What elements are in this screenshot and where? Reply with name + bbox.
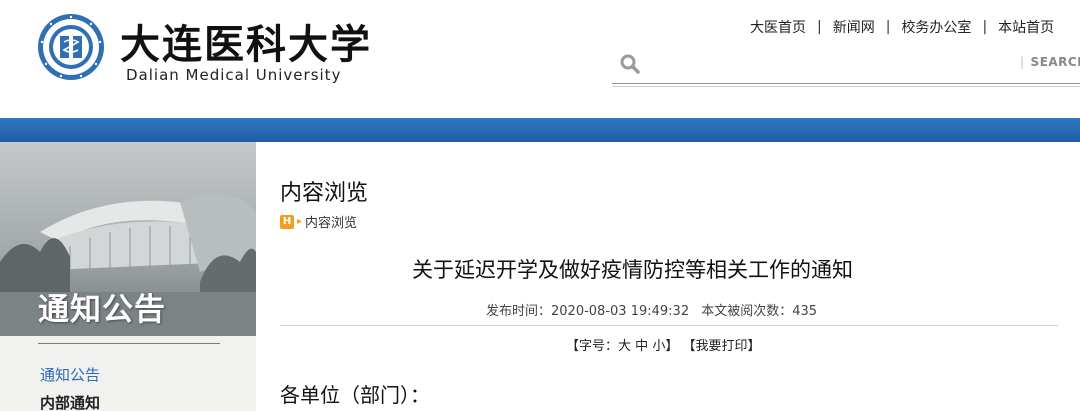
sidebar-item-internal-notices[interactable]: 内部通知 (40, 392, 100, 411)
search-button[interactable]: | SEARCH (1020, 55, 1080, 69)
breadcrumb-current[interactable]: 内容浏览 (305, 212, 357, 231)
view-count: 435 (792, 304, 818, 319)
sidebar-item-notices[interactable]: 通知公告 (40, 364, 100, 385)
university-emblem-icon[interactable] (36, 12, 106, 82)
nav-link-president-office[interactable]: 校务办公室 (901, 17, 971, 37)
nav-separator: | (982, 19, 988, 35)
article-body-opening: 各单位（部门）： (280, 383, 430, 407)
print-button[interactable]: 【我要打印】 (683, 339, 761, 354)
site-header: 大连医科大学 Dalian Medical University 大医首页 | … (0, 0, 1080, 118)
search-icon[interactable] (620, 54, 640, 74)
nav-separator: | (817, 19, 822, 35)
publish-time-label: 发布时间： (486, 304, 552, 319)
article-tools: 【字号：大 中 小】 【我要打印】 (566, 335, 761, 354)
search-divider: | (1020, 55, 1025, 69)
chevron-right-icon: ▸ (297, 216, 303, 227)
sidebar-divider (38, 343, 220, 344)
font-size-label: 【字号： (566, 339, 619, 354)
breadcrumb: H ▸ 内容浏览 (280, 212, 357, 231)
search-button-label: SEARCH (1030, 55, 1080, 69)
nav-link-dmu-home[interactable]: 大医首页 (750, 17, 806, 37)
nav-link-site-home[interactable]: 本站首页 (998, 17, 1054, 37)
logo-chinese-name[interactable]: 大连医科大学 (120, 12, 372, 70)
article-meta: 发布时间：2020-08-03 19:49:32 本文被阅次数：435 (486, 300, 817, 319)
font-size-medium-button[interactable]: 中 (635, 339, 648, 354)
meta-divider (280, 325, 1058, 326)
font-size-large-button[interactable]: 大 (618, 339, 631, 354)
search-bar (612, 48, 1080, 87)
font-size-small-button[interactable]: 小 (652, 339, 665, 354)
nav-color-band (0, 118, 1080, 142)
nav-separator: | (885, 19, 891, 35)
article-title: 关于延迟开学及做好疫情防控等相关工作的通知 (412, 258, 853, 282)
sidebar-banner-image: 通知公告 (0, 142, 256, 336)
home-badge-icon[interactable]: H (280, 214, 294, 229)
logo-english-name[interactable]: Dalian Medical University (126, 66, 341, 84)
font-size-end: 】 (665, 339, 679, 354)
page-title: 内容浏览 (280, 181, 369, 206)
search-input[interactable] (652, 52, 1012, 76)
sidebar: 通知公告 通知公告 内部通知 (0, 142, 256, 411)
nav-link-news[interactable]: 新闻网 (833, 17, 875, 37)
main-content: 内容浏览 H ▸ 内容浏览 关于延迟开学及做好疫情防控等相关工作的通知 发布时间… (256, 142, 1080, 411)
sidebar-banner-title: 通知公告 (38, 292, 166, 328)
view-count-label: 本文被阅次数： (701, 304, 793, 319)
top-nav-links: 大医首页 | 新闻网 | 校务办公室 | 本站首页 (750, 16, 1054, 38)
publish-time: 2020-08-03 19:49:32 (551, 304, 690, 319)
